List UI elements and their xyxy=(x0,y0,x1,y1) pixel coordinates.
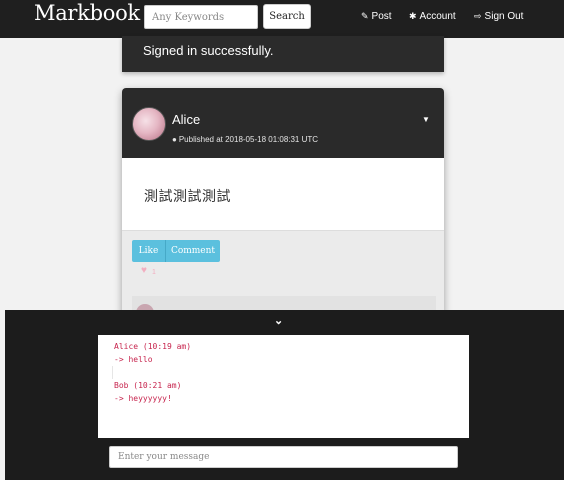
brand-logo[interactable]: Markbook xyxy=(34,1,140,25)
published-text: Published at 2018-05-18 01:08:31 UTC xyxy=(178,135,319,144)
chevron-down-icon[interactable]: ⌄ xyxy=(274,314,283,327)
chat-line: Bob (10:21 am) xyxy=(114,381,182,390)
chat-line: -> heyyyyyy! xyxy=(114,394,172,403)
nav-post-label: Post xyxy=(371,11,392,22)
heart-icon: ♥ xyxy=(141,265,147,276)
nav-account-link[interactable]: ✱ Account xyxy=(409,11,456,22)
post-card: Alice ● Published at 2018-05-18 01:08:31 … xyxy=(122,88,444,338)
post-options-caret-icon[interactable]: ▼ xyxy=(422,115,430,124)
author-avatar[interactable] xyxy=(132,107,166,141)
chat-panel: ⌄ Alice (10:19 am) -> hello Bob (10:21 a… xyxy=(5,310,564,480)
gear-icon: ✱ xyxy=(409,11,417,21)
chat-separator xyxy=(112,366,469,379)
user-circle-icon: ● xyxy=(172,135,177,144)
nav-post-link[interactable]: ✎ Post xyxy=(361,11,392,22)
search-button[interactable]: Search xyxy=(263,4,311,29)
post-published-time: ● Published at 2018-05-18 01:08:31 UTC xyxy=(172,135,318,144)
pencil-icon: ✎ xyxy=(361,11,369,21)
chat-log: Alice (10:19 am) -> hello Bob (10:21 am)… xyxy=(98,335,469,438)
chat-line: Alice (10:19 am) xyxy=(114,342,192,351)
navbar: Markbook Search ✎Post ✱Account ⇨Sign Out xyxy=(0,0,564,38)
flash-notice: Signed in successfully. xyxy=(122,36,444,72)
chat-message-input[interactable] xyxy=(109,446,458,468)
post-body: 測試測試測試 xyxy=(144,188,231,204)
search-input[interactable] xyxy=(144,5,258,29)
nav-sign-out-link[interactable]: ⇨ Sign Out xyxy=(474,11,523,22)
sign-out-icon: ⇨ xyxy=(474,11,482,21)
post-header: Alice ● Published at 2018-05-18 01:08:31 … xyxy=(122,88,444,158)
flash-message: Signed in successfully. xyxy=(143,43,274,58)
comment-button[interactable]: Comment xyxy=(165,240,220,262)
nav-account-label: Account xyxy=(419,11,456,22)
post-author[interactable]: Alice xyxy=(172,112,200,127)
nav-sign-out-label: Sign Out xyxy=(484,11,524,22)
like-button[interactable]: Like xyxy=(132,240,165,262)
chat-line: -> hello xyxy=(114,355,153,364)
like-count: 1 xyxy=(152,269,156,276)
